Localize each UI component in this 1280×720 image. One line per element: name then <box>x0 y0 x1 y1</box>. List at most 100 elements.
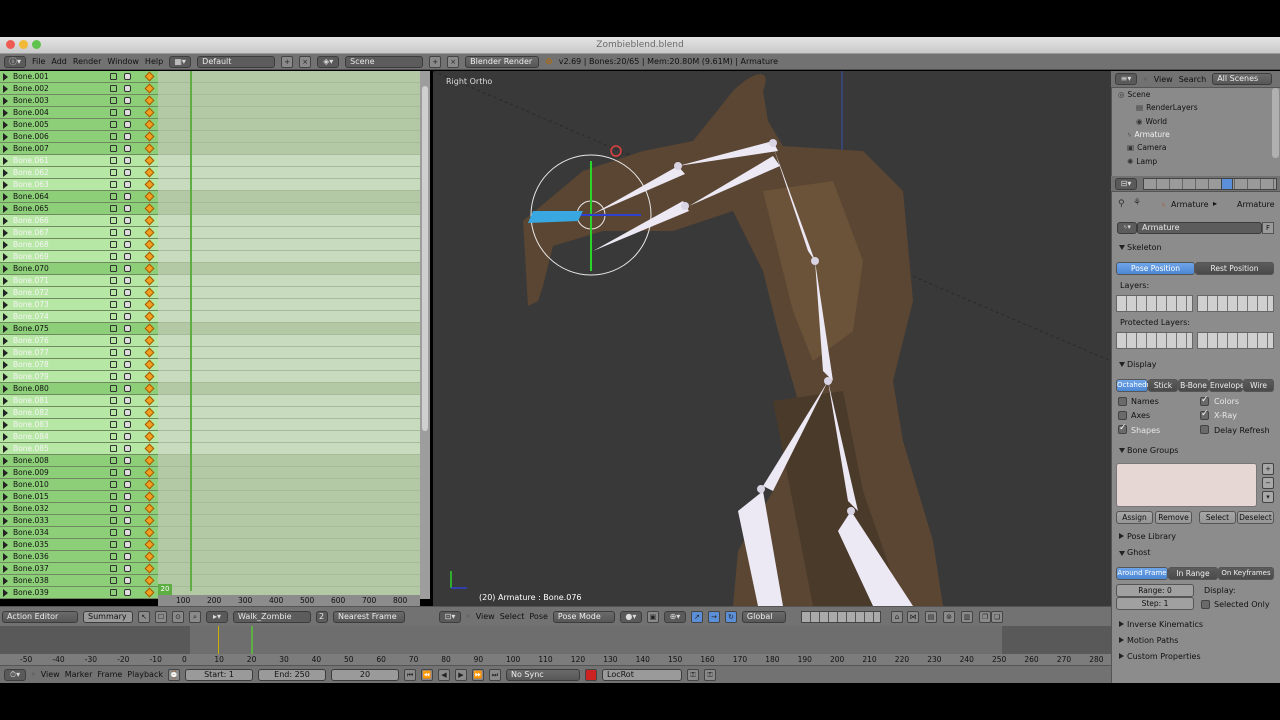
channel-row[interactable]: Bone.069 <box>0 251 158 263</box>
armature-data-tab-icon[interactable] <box>1221 178 1233 190</box>
keyframe-icon[interactable] <box>144 227 155 238</box>
menu-render[interactable]: Render <box>73 57 101 66</box>
dopesheet-row[interactable] <box>158 251 420 263</box>
channel-expand-icon[interactable] <box>3 433 8 441</box>
lock-icon[interactable] <box>124 229 131 236</box>
dopesheet-row[interactable] <box>158 407 420 419</box>
dopesheet-scroll-thumb[interactable] <box>422 86 428 431</box>
lock-icon[interactable] <box>124 577 131 584</box>
lock-icon[interactable] <box>124 565 131 572</box>
mute-icon[interactable] <box>110 205 117 212</box>
keyframe-icon[interactable] <box>144 455 155 466</box>
channel-expand-icon[interactable] <box>3 325 8 333</box>
display-envelope-button[interactable]: Envelope <box>1209 379 1245 392</box>
mute-icon[interactable] <box>110 181 117 188</box>
dopesheet-row[interactable] <box>158 131 420 143</box>
keyframe-icon[interactable] <box>144 335 155 346</box>
channel-row[interactable]: Bone.003 <box>0 95 158 107</box>
auto-keying-icon[interactable] <box>585 668 597 681</box>
outliner-item[interactable]: ▣ Camera <box>1114 142 1264 154</box>
lock-icon[interactable] <box>124 85 131 92</box>
datablock-browse-icon[interactable]: ᛃ▾ <box>1117 222 1137 234</box>
lock-icon[interactable] <box>124 109 131 116</box>
lock-icon[interactable] <box>124 493 131 500</box>
lock-icon[interactable] <box>124 253 131 260</box>
keyframe-icon[interactable] <box>144 395 155 406</box>
dopesheet-row[interactable] <box>158 239 420 251</box>
mute-icon[interactable] <box>110 253 117 260</box>
bone-groups-list[interactable] <box>1116 463 1257 507</box>
menu-select[interactable]: Select <box>500 612 525 621</box>
play-reverse-icon[interactable]: ◀ <box>438 668 450 681</box>
lock-icon[interactable] <box>124 145 131 152</box>
lock-icon[interactable] <box>124 373 131 380</box>
dopesheet-row[interactable] <box>158 371 420 383</box>
channel-expand-icon[interactable] <box>3 421 8 429</box>
lock-icon[interactable] <box>124 301 131 308</box>
keyframe-icon[interactable] <box>144 311 155 322</box>
timeline-frame-range[interactable] <box>190 626 1002 654</box>
dopesheet-row[interactable] <box>158 143 420 155</box>
mute-icon[interactable] <box>110 133 117 140</box>
channel-expand-icon[interactable] <box>3 517 8 525</box>
lock-icon[interactable] <box>124 241 131 248</box>
snap-mode-dropdown[interactable]: Nearest Frame <box>333 610 405 623</box>
channel-row[interactable]: Bone.007 <box>0 143 158 155</box>
channel-expand-icon[interactable] <box>3 577 8 585</box>
lock-icon[interactable] <box>124 505 131 512</box>
dopesheet-row[interactable] <box>158 527 420 539</box>
lock-icon[interactable] <box>124 517 131 524</box>
viewport-scene-svg[interactable] <box>433 71 1111 606</box>
shading-icon[interactable]: ●▾ <box>619 610 642 623</box>
paste-pose-icon[interactable]: ❏ <box>991 611 1003 623</box>
channel-row[interactable]: Bone.082 <box>0 407 158 419</box>
search-icon[interactable]: ⌕ <box>189 610 201 623</box>
channel-expand-icon[interactable] <box>3 97 8 105</box>
lock-icon[interactable] <box>124 97 131 104</box>
manipulator-icon[interactable]: ↗ <box>690 610 703 623</box>
dopesheet-row[interactable] <box>158 551 420 563</box>
channel-row[interactable]: Bone.080 <box>0 383 158 395</box>
motion-paths-title[interactable]: Motion Paths <box>1127 636 1178 645</box>
keyframe-icon[interactable] <box>144 479 155 490</box>
rest-position-button[interactable]: Rest Position <box>1195 262 1274 275</box>
ghost-in-range-button[interactable]: In Range <box>1168 567 1218 580</box>
current-frame-field[interactable]: 20 <box>331 668 399 681</box>
keying-set-field[interactable]: LocRot <box>602 668 682 681</box>
channel-row[interactable]: Bone.034 <box>0 527 158 539</box>
keyframe-icon[interactable] <box>144 203 155 214</box>
keyframe-icon[interactable] <box>144 347 155 358</box>
dopesheet-row[interactable] <box>158 323 420 335</box>
timeline-editor-icon[interactable]: ⏱▾ <box>4 668 26 681</box>
keyframe-icon[interactable] <box>144 299 155 310</box>
channel-row[interactable]: Bone.072 <box>0 287 158 299</box>
lock-icon[interactable] <box>124 589 131 596</box>
dopesheet-row[interactable] <box>158 179 420 191</box>
keyframe-icon[interactable] <box>144 287 155 298</box>
dopesheet-row[interactable] <box>158 287 420 299</box>
motion-paths-expand-icon[interactable] <box>1119 637 1124 643</box>
interaction-mode-dropdown[interactable]: Pose Mode <box>552 610 615 623</box>
protected-layers-grid-right[interactable] <box>1197 332 1274 349</box>
keyframe-icon[interactable] <box>144 131 155 142</box>
lock-icon[interactable] <box>124 421 131 428</box>
lock-icon[interactable] <box>124 217 131 224</box>
display-expand-icon[interactable] <box>1119 362 1125 367</box>
keyframe-icon[interactable] <box>144 515 155 526</box>
outliner-collapse-icon[interactable]: ◦ <box>1143 75 1148 84</box>
lock-icon[interactable] <box>124 73 131 80</box>
channel-expand-icon[interactable] <box>3 337 8 345</box>
dopesheet-row[interactable] <box>158 383 420 395</box>
insert-keyframe-icon[interactable]: ⚿ <box>687 668 699 681</box>
mute-icon[interactable] <box>110 265 117 272</box>
lock-icon[interactable] <box>124 157 131 164</box>
mute-icon[interactable] <box>110 505 117 512</box>
menu-help[interactable]: Help <box>145 57 163 66</box>
keyframe-icon[interactable] <box>144 155 155 166</box>
render-engine-dropdown[interactable]: Blender Render <box>465 55 540 68</box>
summary-toggle[interactable]: Summary <box>83 610 133 623</box>
lock-icon[interactable] <box>124 481 131 488</box>
channel-row[interactable]: Bone.083 <box>0 419 158 431</box>
channel-row[interactable]: Bone.076 <box>0 335 158 347</box>
mute-icon[interactable] <box>110 373 117 380</box>
